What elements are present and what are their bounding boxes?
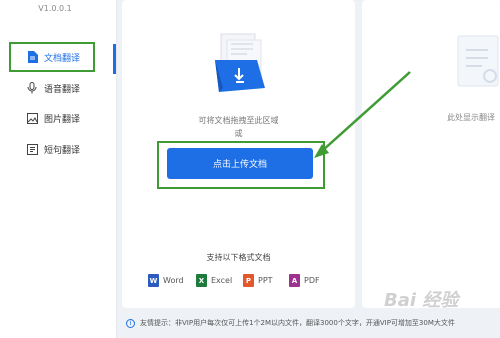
format-label: PDF [304,276,320,285]
upload-illustration-icon [215,33,265,92]
sidebar-item-image-translation[interactable]: 图片翻译 [6,105,110,131]
watermark: Bai 经验 [384,290,459,311]
format-pdf: A PDF [289,274,320,287]
excel-icon: X [196,274,207,287]
sidebar-item-label: 短句翻译 [44,145,81,156]
info-icon: i [126,318,135,328]
format-ppt: P PPT [243,274,273,287]
microphone-icon [26,82,38,94]
text-icon [26,143,38,155]
ppt-icon: P [243,274,254,287]
app-version: V1.0.0.1 [38,4,72,13]
annotation-highlight-box [157,141,325,189]
annotation-highlight-box [9,42,95,72]
sidebar-item-voice-translation[interactable]: 语音翻译 [6,75,110,101]
footer-text: 友情提示：非VIP用户每次仅可上传1个2M以内文件，翻译3000个文字，开通VI… [140,319,455,327]
sidebar-item-label: 语音翻译 [44,84,81,95]
image-icon [26,112,38,124]
supported-formats-title: 支持以下格式文档 [206,253,271,262]
format-label: Excel [211,276,233,285]
preview-placeholder-icon [457,35,499,87]
preview-panel [362,0,500,308]
format-label: PPT [258,276,273,285]
footer-notice: i 友情提示：非VIP用户每次仅可上传1个2M以内文件，翻译3000个文字，开通… [116,308,500,338]
drag-hint: 可将文档拖拽至此区域 [198,116,279,125]
format-word: W Word [148,274,184,287]
format-excel: X Excel [196,274,232,287]
preview-hint: 此处显示翻译 [447,113,495,122]
format-label: Word [163,276,184,285]
or-text: 或 [234,129,243,138]
sidebar-item-sentence-translation[interactable]: 短句翻译 [6,136,110,162]
sidebar-item-label: 图片翻译 [44,114,81,125]
word-icon: W [148,274,159,287]
pdf-icon: A [289,274,300,287]
